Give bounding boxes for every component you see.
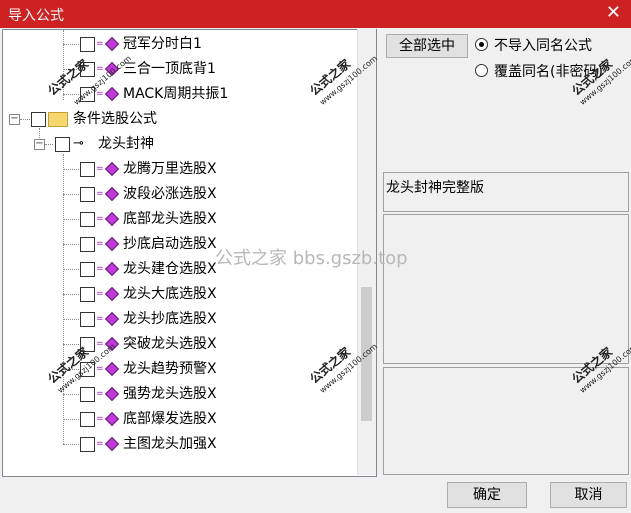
formula-diamond-icon [104,436,120,452]
item-label: 龙腾万里选股X [123,161,217,177]
formula-eq-icon: = [96,314,104,324]
item-label: 主图龙头加强X [123,436,217,452]
tree-subgroup[interactable]: − ⊸ 龙头封神 [3,134,343,154]
center-watermark: 公式之家 bbs.gszb.top [215,248,408,269]
item-label: 波段必涨选股X [123,186,217,202]
item-label: 底部爆发选股X [123,411,217,427]
formula-eq-icon: = [96,164,104,174]
subgroup-checkbox[interactable] [55,137,70,152]
formula-diamond-icon [104,311,120,327]
tree-line [63,419,79,420]
tree-item[interactable]: = 龙头抄底选股X [3,309,343,329]
tree-line [63,444,79,445]
item-label: 龙头大底选股X [123,286,217,302]
collapse-icon[interactable]: − [34,139,45,150]
radio-skip-label: 不导入同名公式 [494,38,592,54]
tree-line [45,144,53,145]
item-label: 龙头趋势预警X [123,361,217,377]
formula-diamond-icon [104,261,120,277]
key-icon: ⊸ [73,136,84,151]
item-checkbox[interactable] [80,37,95,52]
formula-diamond-icon [104,161,120,177]
formula-eq-icon: = [96,364,104,374]
tree-line [63,169,79,170]
item-checkbox[interactable] [80,212,95,227]
formula-diamond-icon [104,211,120,227]
item-label: 龙头建仓选股X [123,261,217,277]
close-icon[interactable]: ✕ [606,2,621,23]
formula-eq-icon: = [96,189,104,199]
tree-item[interactable]: = 龙腾万里选股X [3,159,343,179]
formula-eq-icon: = [96,439,104,449]
formula-eq-icon: = [96,414,104,424]
cancel-button[interactable]: 取消 [550,482,627,508]
item-label: 强势龙头选股X [123,386,217,402]
formula-diamond-icon [104,286,120,302]
tree-line [20,119,30,120]
info-box [383,214,629,364]
tree-item[interactable]: = 底部爆发选股X [3,409,343,429]
group-checkbox[interactable] [31,112,46,127]
radio-selected-dot [479,42,484,47]
formula-eq-icon: = [96,389,104,399]
item-checkbox[interactable] [80,162,95,177]
subgroup-label: 龙头封神 [98,136,154,152]
item-label: 龙头抄底选股X [123,311,217,327]
formula-eq-icon: = [96,64,104,74]
formula-eq-icon: = [96,214,104,224]
tree-item[interactable]: = 波段必涨选股X [3,184,343,204]
tree-line [63,244,79,245]
tree-line [63,219,79,220]
formula-diamond-icon [104,186,120,202]
formula-eq-icon: = [96,39,104,49]
item-checkbox[interactable] [80,412,95,427]
item-checkbox[interactable] [80,312,95,327]
collapse-icon[interactable]: − [9,114,20,125]
description-text: 龙头封神完整版 [386,180,484,196]
ok-button[interactable]: 确定 [447,482,527,508]
title-bar: 导入公式 ✕ [0,0,631,28]
tree-item[interactable]: = 龙头大底选股X [3,284,343,304]
description-box: 龙头封神完整版 [383,172,629,212]
item-checkbox[interactable] [80,437,95,452]
window-title: 导入公式 [8,8,64,24]
formula-eq-icon: = [96,239,104,249]
item-label: 底部龙头选股X [123,211,217,227]
formula-diamond-icon [104,36,120,52]
radio-skip-duplicate[interactable] [475,38,488,51]
item-label: 突破龙头选股X [123,336,217,352]
item-label: MACK周期共振1 [123,86,229,102]
formula-eq-icon: = [96,264,104,274]
tree-item[interactable]: = 突破龙头选股X [3,334,343,354]
tree-item[interactable]: = 主图龙头加强X [3,434,343,454]
select-all-button[interactable]: 全部选中 [386,34,468,58]
item-checkbox[interactable] [80,387,95,402]
item-checkbox[interactable] [80,237,95,252]
tree-line [63,319,79,320]
formula-diamond-icon [104,236,120,252]
item-checkbox[interactable] [80,287,95,302]
folder-icon [48,112,68,127]
item-checkbox[interactable] [80,262,95,277]
tree-item[interactable]: = 底部龙头选股X [3,209,343,229]
tree-line [63,194,79,195]
tree-line [63,269,79,270]
tree-line [63,394,79,395]
tree-line [63,44,79,45]
formula-diamond-icon [104,361,120,377]
tree-line [63,294,79,295]
tree-item[interactable]: = 冠军分时白1 [3,34,343,54]
group-label: 条件选股公式 [73,111,157,127]
formula-diamond-icon [104,386,120,402]
formula-diamond-icon [104,411,120,427]
tree-group[interactable]: − 条件选股公式 [3,109,343,129]
item-label: 冠军分时白1 [123,36,202,52]
radio-overwrite-duplicate[interactable] [475,64,488,77]
item-checkbox[interactable] [80,187,95,202]
item-label: 三合一顶底背1 [123,61,216,77]
formula-eq-icon: = [96,289,104,299]
item-label: 抄底启动选股X [123,236,217,252]
formula-diamond-icon [104,86,120,102]
